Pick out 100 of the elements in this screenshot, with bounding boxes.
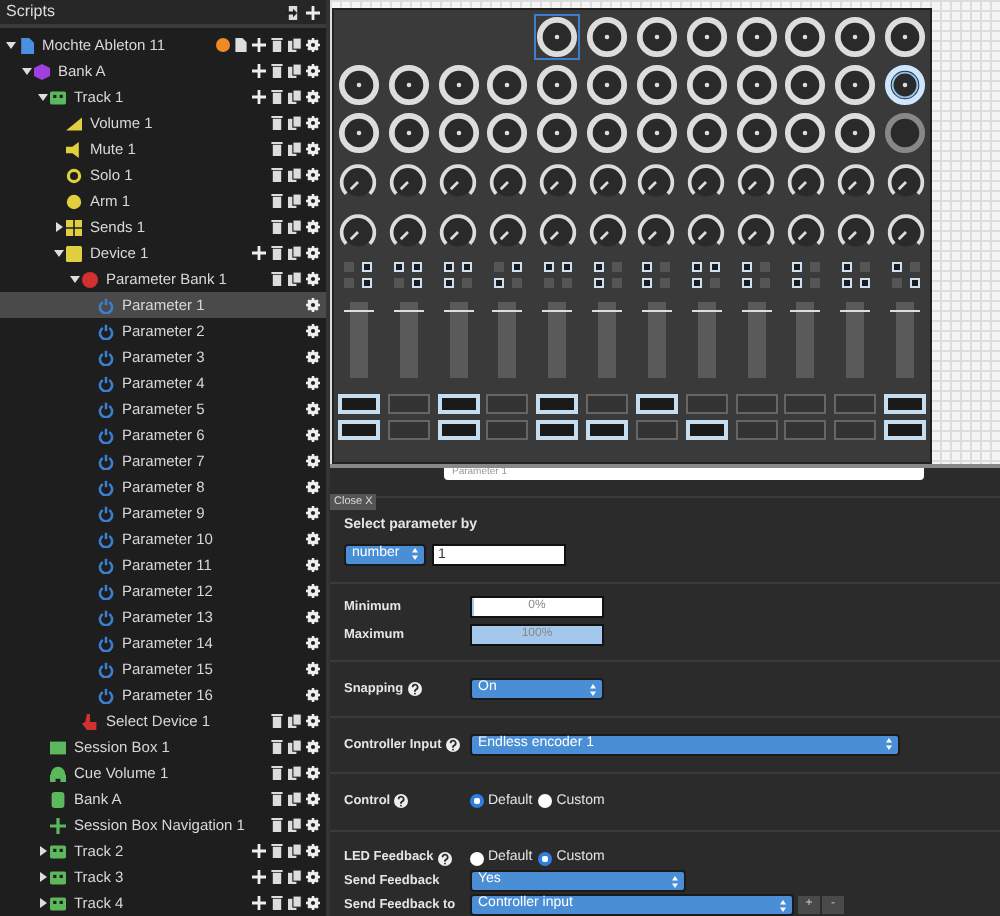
knob[interactable] bbox=[487, 162, 528, 202]
fader[interactable] bbox=[498, 302, 517, 378]
trash-icon[interactable] bbox=[270, 844, 284, 858]
trash-icon[interactable] bbox=[270, 90, 284, 104]
knob[interactable] bbox=[885, 212, 926, 252]
knob[interactable] bbox=[835, 162, 876, 202]
encoder-ring[interactable] bbox=[534, 14, 581, 60]
fader[interactable] bbox=[598, 302, 617, 378]
copy-icon[interactable] bbox=[288, 90, 302, 104]
help-icon[interactable] bbox=[437, 851, 452, 866]
small-button[interactable] bbox=[791, 262, 802, 272]
small-button[interactable] bbox=[394, 262, 405, 272]
settings-icon[interactable] bbox=[306, 194, 320, 208]
trash-icon[interactable] bbox=[270, 870, 284, 884]
settings-icon[interactable] bbox=[306, 506, 320, 520]
copy-icon[interactable] bbox=[288, 766, 302, 780]
knob[interactable] bbox=[487, 212, 528, 252]
small-button[interactable] bbox=[444, 262, 455, 272]
knob[interactable] bbox=[686, 162, 727, 202]
trash-icon[interactable] bbox=[270, 64, 284, 78]
settings-icon[interactable] bbox=[306, 116, 320, 130]
knob[interactable] bbox=[537, 162, 578, 202]
add-icon[interactable] bbox=[252, 64, 266, 78]
add-icon[interactable] bbox=[252, 246, 266, 260]
trash-icon[interactable] bbox=[270, 272, 284, 286]
caret-icon[interactable] bbox=[69, 274, 79, 284]
small-button[interactable] bbox=[742, 262, 753, 272]
small-button[interactable] bbox=[742, 278, 753, 288]
copy-icon[interactable] bbox=[288, 194, 302, 208]
copy-icon[interactable] bbox=[288, 870, 302, 884]
trash-icon[interactable] bbox=[270, 220, 284, 234]
help-icon[interactable] bbox=[407, 682, 422, 697]
settings-icon[interactable] bbox=[306, 766, 320, 780]
small-button[interactable] bbox=[859, 278, 870, 288]
fader[interactable] bbox=[747, 302, 766, 378]
knob[interactable] bbox=[338, 162, 379, 202]
caret-icon[interactable] bbox=[37, 846, 47, 856]
small-button[interactable] bbox=[462, 262, 473, 272]
knob[interactable] bbox=[885, 162, 926, 202]
knob[interactable] bbox=[736, 212, 777, 252]
fader[interactable] bbox=[449, 302, 468, 378]
small-button[interactable] bbox=[593, 262, 604, 272]
settings-icon[interactable] bbox=[306, 272, 320, 286]
settings-icon[interactable] bbox=[306, 844, 320, 858]
copy-icon[interactable] bbox=[288, 168, 302, 182]
export-icon[interactable] bbox=[234, 38, 248, 52]
fader[interactable] bbox=[796, 302, 815, 378]
small-button[interactable] bbox=[891, 262, 902, 272]
small-button[interactable] bbox=[841, 278, 852, 288]
copy-icon[interactable] bbox=[288, 220, 302, 234]
small-button[interactable] bbox=[362, 262, 373, 272]
knob[interactable] bbox=[686, 212, 727, 252]
knob[interactable] bbox=[388, 212, 429, 252]
caret-icon[interactable] bbox=[53, 222, 63, 232]
trash-icon[interactable] bbox=[270, 168, 284, 182]
small-button[interactable] bbox=[710, 262, 721, 272]
settings-icon[interactable] bbox=[306, 818, 320, 832]
small-button[interactable] bbox=[543, 262, 554, 272]
copy-icon[interactable] bbox=[288, 844, 302, 858]
copy-icon[interactable] bbox=[288, 116, 302, 130]
small-button[interactable] bbox=[561, 262, 572, 272]
trash-icon[interactable] bbox=[270, 792, 284, 806]
fader[interactable] bbox=[846, 302, 865, 378]
copy-icon[interactable] bbox=[288, 142, 302, 156]
settings-icon[interactable] bbox=[306, 428, 320, 442]
add-icon[interactable] bbox=[252, 90, 266, 104]
help-icon[interactable] bbox=[445, 737, 460, 752]
copy-icon[interactable] bbox=[288, 740, 302, 754]
small-button[interactable] bbox=[841, 262, 852, 272]
settings-icon[interactable] bbox=[306, 896, 320, 910]
trash-icon[interactable] bbox=[270, 740, 284, 754]
knob[interactable] bbox=[785, 162, 826, 202]
small-button[interactable] bbox=[642, 262, 653, 272]
knob[interactable] bbox=[636, 162, 677, 202]
settings-icon[interactable] bbox=[306, 636, 320, 650]
add-icon[interactable] bbox=[306, 5, 320, 19]
caret-icon[interactable] bbox=[37, 92, 47, 102]
copy-icon[interactable] bbox=[288, 246, 302, 260]
small-button[interactable] bbox=[593, 278, 604, 288]
copy-icon[interactable] bbox=[288, 64, 302, 78]
settings-icon[interactable] bbox=[306, 350, 320, 364]
trash-icon[interactable] bbox=[270, 38, 284, 52]
fader[interactable] bbox=[697, 302, 716, 378]
caret-icon[interactable] bbox=[37, 898, 47, 908]
trash-icon[interactable] bbox=[270, 896, 284, 910]
caret-icon[interactable] bbox=[53, 248, 63, 258]
settings-icon[interactable] bbox=[306, 376, 320, 390]
trash-icon[interactable] bbox=[270, 766, 284, 780]
copy-icon[interactable] bbox=[288, 792, 302, 806]
knob[interactable] bbox=[338, 212, 379, 252]
add-icon[interactable] bbox=[252, 896, 266, 910]
import-icon[interactable] bbox=[286, 5, 300, 19]
copy-icon[interactable] bbox=[288, 714, 302, 728]
copy-icon[interactable] bbox=[288, 818, 302, 832]
settings-icon[interactable] bbox=[306, 740, 320, 754]
trash-icon[interactable] bbox=[270, 246, 284, 260]
small-button[interactable] bbox=[493, 278, 504, 288]
settings-icon[interactable] bbox=[306, 64, 320, 78]
settings-icon[interactable] bbox=[306, 584, 320, 598]
small-button[interactable] bbox=[692, 262, 703, 272]
